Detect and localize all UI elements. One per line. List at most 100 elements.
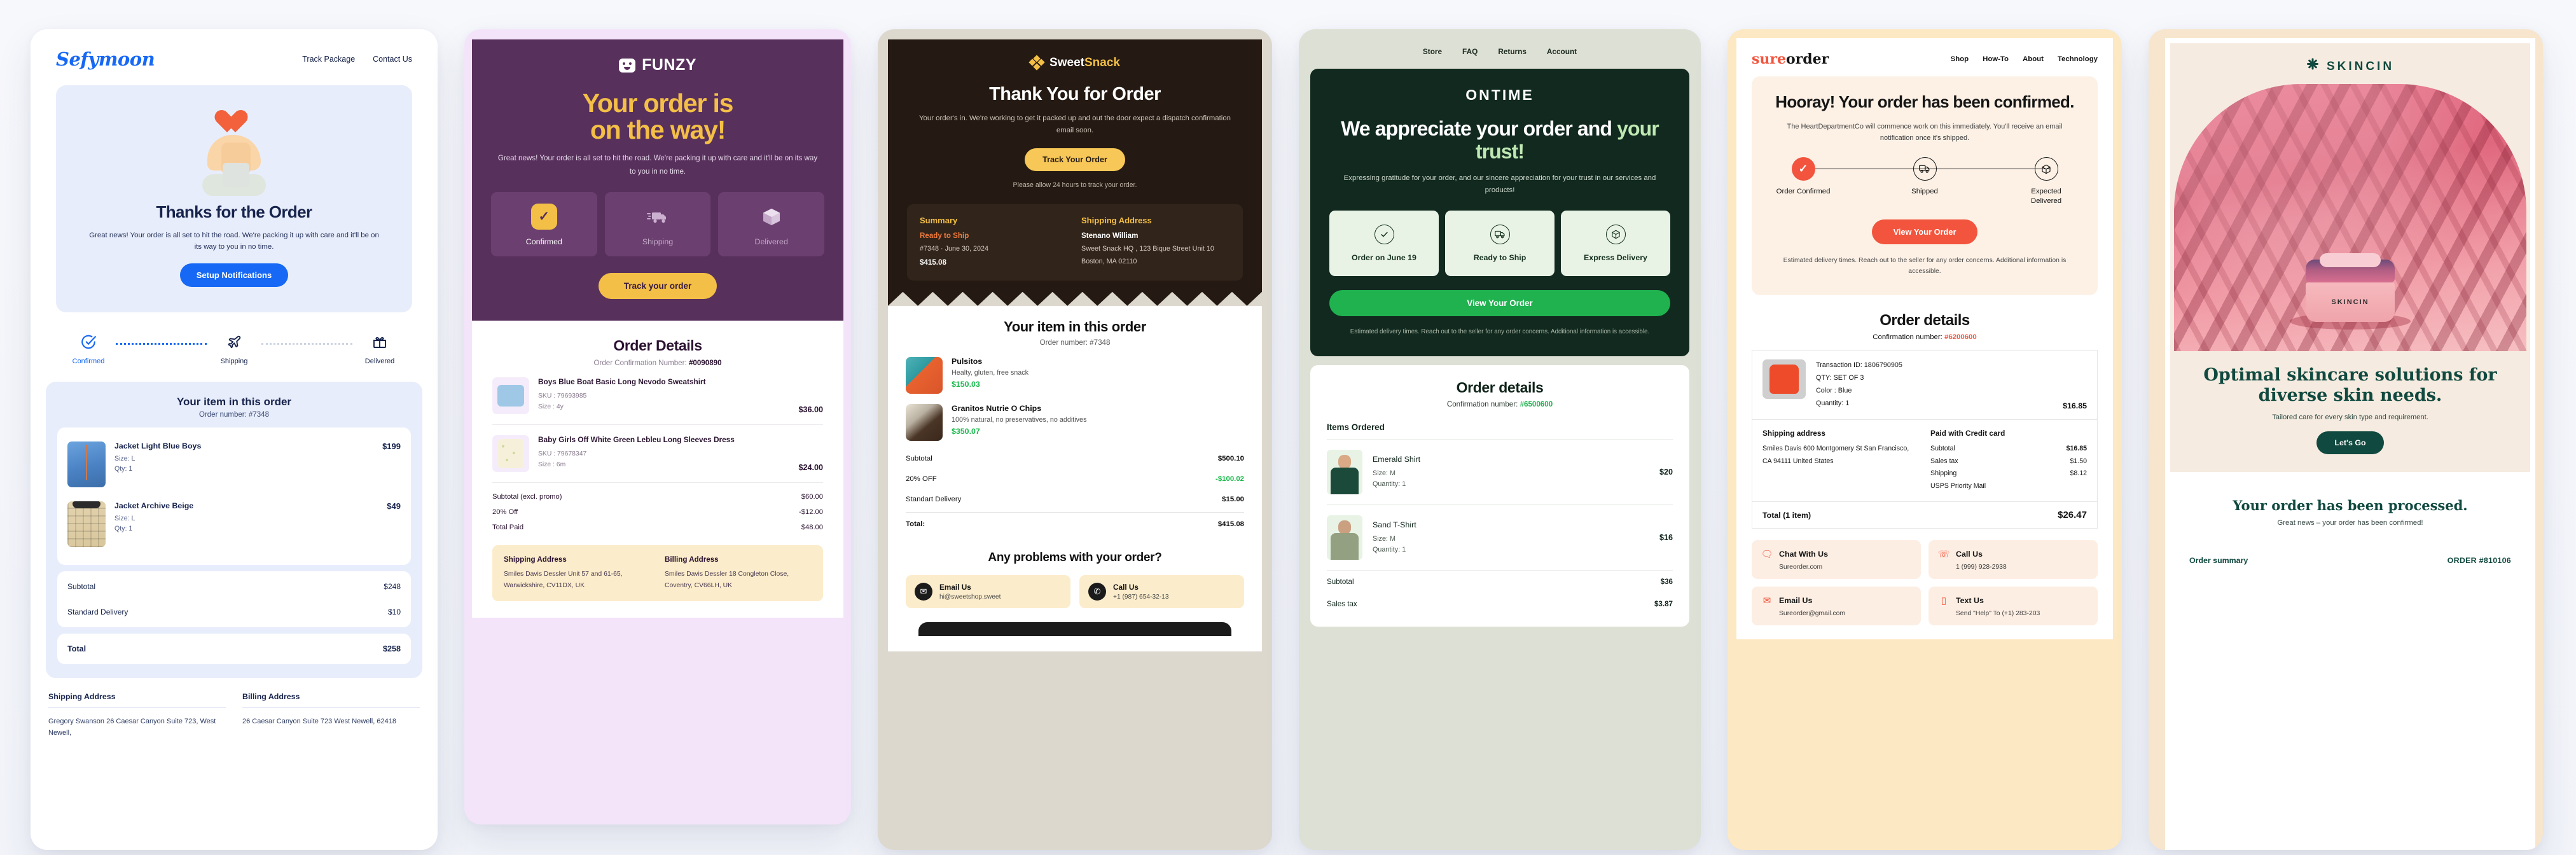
- contact-value: Sureorder.com: [1779, 564, 1823, 571]
- step-label: Shipping: [642, 237, 674, 246]
- summary-row: Subtotal $36: [1327, 571, 1673, 593]
- summary-row: Subtotal $500.10: [906, 448, 1244, 469]
- order-tracker: ✓ Order Confirmed Shipped Expected Deliv…: [1767, 157, 2082, 207]
- order-summary-row: Order summary ORDER #810106: [2189, 556, 2511, 565]
- contact-call[interactable]: ☏ Call Us 1 (999) 928-2938: [1929, 540, 2098, 580]
- skincin-footer: Your order has been processed. Great new…: [2170, 471, 2530, 578]
- tracker-step-order-confirmed[interactable]: ✓ Order Confirmed: [1776, 157, 1831, 197]
- contact-title: Email Us: [939, 582, 971, 592]
- total-row: Total $258: [67, 636, 401, 662]
- step-shipping[interactable]: Shipping: [604, 192, 711, 256]
- step-label: Delivered: [754, 237, 788, 246]
- tracker-step-shipped[interactable]: Shipped: [1897, 157, 1952, 197]
- table-row: Pulsitos Healty, gluten, free snack $150…: [906, 356, 1244, 394]
- product-list: Jacket Light Blue Boys Size: L Qty: 1 $19…: [57, 427, 411, 565]
- nav-about[interactable]: About: [2023, 55, 2044, 63]
- step-express-delivery[interactable]: Express Delivery: [1561, 211, 1670, 277]
- product-name: Boys Blue Boat Basic Long Nevodo Sweatsh…: [538, 377, 706, 386]
- section-title: Order details: [1456, 379, 1544, 396]
- summary-value: $500.10: [1217, 454, 1244, 462]
- order-box: Transaction ID: 1806790905 QTY: SET OF 3…: [1752, 350, 2098, 529]
- view-your-order-button[interactable]: View Your Order: [1329, 290, 1670, 317]
- nav-contact-us[interactable]: Contact Us: [373, 55, 412, 64]
- product-image: [492, 435, 529, 472]
- step-label: Order on June 19: [1352, 253, 1416, 263]
- shipping-address-body: Smiles Davis Dessler Unit 57 and 61-65, …: [504, 571, 623, 589]
- lets-go-button[interactable]: Let's Go: [2316, 431, 2384, 454]
- step-label: Ready to Ship: [1473, 253, 1527, 263]
- contact-email[interactable]: ✉ Email Us hi@sweetshop.sweet: [906, 574, 1070, 608]
- check-icon: ✓: [1791, 157, 1815, 181]
- confirmation-label: Confirmation number:: [1446, 400, 1518, 409]
- envelope-icon: ✉: [915, 582, 932, 601]
- phone-device-icon: ▯: [1941, 595, 1947, 607]
- contact-phone[interactable]: ✆ Call Us +1 (987) 654-32-13: [1079, 574, 1244, 608]
- shipping-column: Shipping Address Stenano William Sweet S…: [1081, 216, 1230, 267]
- total-row: Total: $415.08: [906, 514, 1244, 534]
- nav-technology[interactable]: Technology: [2058, 55, 2098, 63]
- summary-row: 20% OFF -$100.02: [906, 469, 1244, 489]
- step-confirmed[interactable]: ✓ Confirmed: [491, 192, 597, 256]
- product-sku: SKU : 79678347: [538, 450, 587, 457]
- cream-jar-image: SKINCIN: [2306, 253, 2395, 322]
- sureorder-hero: Hooray! Your order has been confirmed. T…: [1752, 76, 2098, 296]
- order-id: ORDER #810106: [2447, 555, 2511, 565]
- items-heading: Your item in this order: [1004, 318, 1146, 335]
- nav-shop[interactable]: Shop: [1951, 55, 1969, 63]
- nav-returns[interactable]: Returns: [1498, 47, 1527, 56]
- shipping-address-heading: Shipping Address: [1081, 215, 1152, 225]
- contact-email[interactable]: ✉ Email Us Sureorder@gmail.com: [1752, 587, 1921, 626]
- step-ready-to-ship[interactable]: Ready to Ship: [1445, 211, 1555, 277]
- shipping-address-heading: Shipping Address: [504, 555, 567, 564]
- product-qty: Qty: 1: [114, 464, 133, 473]
- product-qty: Quantity: 1: [1373, 480, 1406, 488]
- nav-faq[interactable]: FAQ: [1462, 47, 1478, 56]
- product-name: Pulsitos: [952, 356, 983, 366]
- nav-how-to[interactable]: How-To: [1983, 55, 2009, 63]
- order-amount: $415.08: [920, 258, 946, 267]
- product-label: SKINCIN: [2331, 298, 2369, 306]
- confirmation-label: Order Confirmation Number:: [593, 359, 687, 367]
- tracker-step-expected-delivered[interactable]: Expected Delivered: [2019, 157, 2074, 207]
- product-image: [906, 356, 943, 394]
- product-image: [1762, 359, 1806, 400]
- email-card-ontime: Store FAQ Returns Account ONTIME We appr…: [1299, 29, 1701, 850]
- product-qty: Qty: 1: [114, 524, 133, 532]
- tracker-label: Confirmed: [72, 357, 105, 365]
- track-your-order-button[interactable]: Track Your Order: [1025, 148, 1125, 171]
- product-price: $199: [382, 441, 401, 451]
- nav-account[interactable]: Account: [1547, 47, 1577, 56]
- summary-row: Standart Delivery $15.00: [906, 489, 1244, 510]
- contact-title: Call Us: [1113, 582, 1139, 592]
- setup-notifications-button[interactable]: Setup Notifications: [179, 263, 289, 287]
- page-title: Your order is on the way!: [491, 90, 824, 144]
- box-icon: [2034, 157, 2058, 181]
- track-your-order-button[interactable]: Track your order: [598, 273, 717, 299]
- order-steps: ✓ Confirmed Shipping Delivered: [491, 192, 825, 256]
- contact-chat[interactable]: 🗨 Chat With Us Sureorder.com: [1752, 540, 1921, 580]
- qty-set: QTY: SET OF 3: [1816, 374, 1864, 382]
- step-order-date[interactable]: Order on June 19: [1329, 211, 1439, 277]
- step-delivered[interactable]: Delivered: [718, 192, 825, 256]
- tracker-step-confirmed[interactable]: Confirmed: [65, 331, 112, 365]
- payment-details: Paid with Credit card Subtotal $16.85 Sal…: [1930, 429, 2087, 492]
- tracker-step-shipping[interactable]: Shipping: [211, 331, 258, 365]
- hero-note: Estimated delivery times. Reach out to t…: [1783, 256, 2067, 275]
- sweetsnack-items: Your item in this order Order number: #7…: [888, 305, 1262, 651]
- product-photo: SKINCIN: [2174, 84, 2526, 351]
- product-name: Baby Girls Off White Green Lebleu Long S…: [538, 435, 735, 444]
- billing-address-heading: Billing Address: [242, 692, 300, 701]
- nav-store[interactable]: Store: [1423, 47, 1442, 56]
- nav-track-package[interactable]: Track Package: [302, 55, 355, 64]
- email-card-funzy: FUNZY Your order is on the way! Great ne…: [464, 29, 851, 824]
- view-your-order-button[interactable]: View Your Order: [1871, 219, 1978, 244]
- check-circle-icon: [65, 331, 112, 353]
- product-sku: SKU : 79693985: [538, 392, 587, 400]
- contact-title: Chat With Us: [1779, 550, 1828, 559]
- shipping-address-heading: Shipping Address: [48, 692, 116, 701]
- payment-row: USPS Priority Mail: [1930, 480, 2087, 493]
- contact-text[interactable]: ▯ Text Us Send "Help" To (+1) 283-203: [1929, 587, 2098, 626]
- sweetsnack-hero: SweetSnack Thank You for Order Your orde…: [888, 39, 1262, 292]
- billing-address-heading: Billing Address: [665, 555, 719, 564]
- tracker-step-delivered[interactable]: Delivered: [356, 331, 403, 365]
